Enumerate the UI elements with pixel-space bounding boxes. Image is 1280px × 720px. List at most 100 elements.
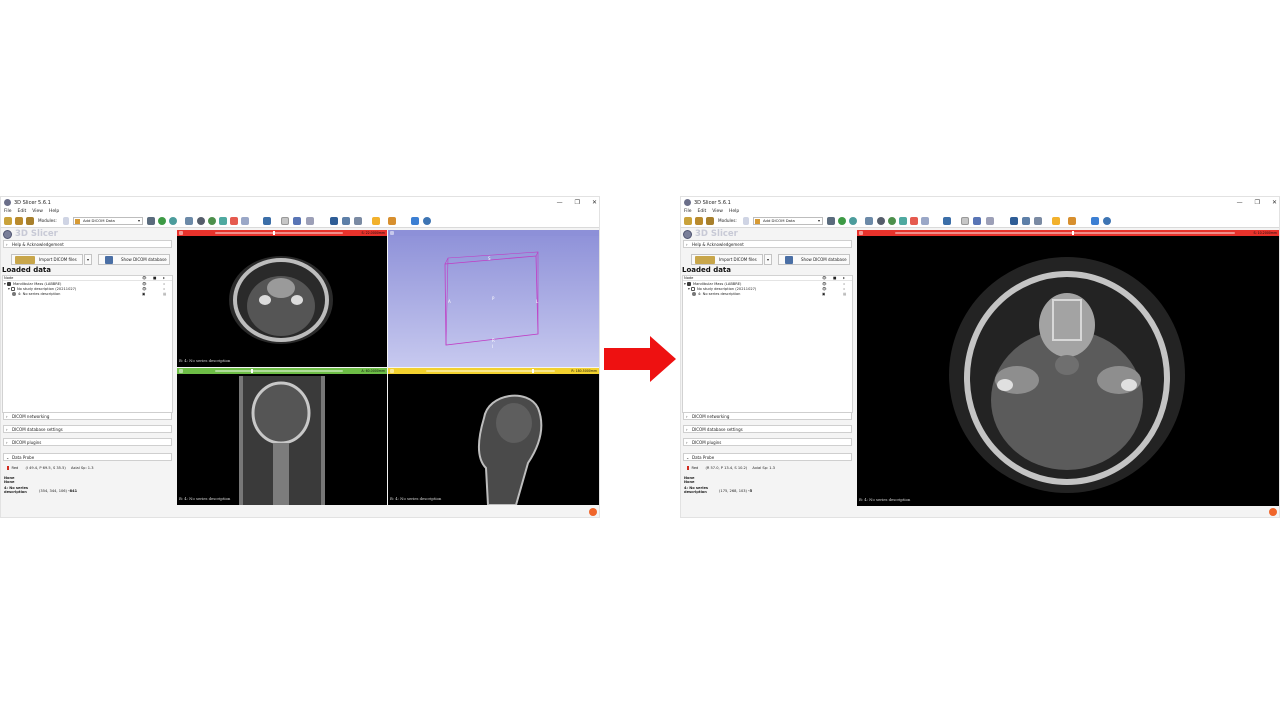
tree-row-series[interactable]: 4: No series description ▣ ▦ xyxy=(3,292,172,297)
welcome-icon[interactable] xyxy=(185,217,193,225)
layers-icon[interactable]: ▣ xyxy=(142,292,145,297)
view-link-icon[interactable] xyxy=(986,217,994,225)
models-icon[interactable] xyxy=(899,217,907,225)
menu-file[interactable]: File xyxy=(4,209,12,214)
forward-icon[interactable] xyxy=(849,217,857,225)
menu-help[interactable]: Help xyxy=(729,209,739,214)
screen-capture-icon[interactable] xyxy=(1010,217,1018,225)
green-slice-view[interactable]: A: 60.0000mm B: 4: No series description xyxy=(177,368,387,505)
screen-capture-icon[interactable] xyxy=(330,217,338,225)
error-log-icon[interactable] xyxy=(589,508,597,516)
view-link-icon[interactable] xyxy=(306,217,314,225)
back-icon[interactable] xyxy=(158,217,166,225)
menu-edit[interactable]: Edit xyxy=(698,209,707,214)
menu-file[interactable]: File xyxy=(684,209,692,214)
close-icon[interactable]: ✕ xyxy=(592,199,597,206)
tag-icon[interactable]: ▦ xyxy=(843,292,846,297)
transforms-icon[interactable] xyxy=(910,217,918,225)
show-database-button[interactable]: Show DICOM database xyxy=(98,254,170,265)
scene-view-icon[interactable] xyxy=(342,217,350,225)
data-probe-section[interactable]: ⌄ Data Probe xyxy=(683,453,852,461)
markups-icon[interactable] xyxy=(241,217,249,225)
dicom-icon[interactable] xyxy=(15,217,23,225)
welcome-icon[interactable] xyxy=(865,217,873,225)
import-dicom-button[interactable]: Import DICOM files xyxy=(691,254,763,265)
segment-icon[interactable] xyxy=(388,217,396,225)
extensions-icon[interactable] xyxy=(1034,217,1042,225)
segment-icon[interactable] xyxy=(1068,217,1076,225)
back-icon[interactable] xyxy=(838,217,846,225)
import-options-button[interactable]: ▾ xyxy=(84,254,92,265)
tag-icon[interactable]: ▦ xyxy=(163,292,166,297)
markups-icon[interactable] xyxy=(921,217,929,225)
module-selector[interactable]: Add DICOM Data ▾ xyxy=(73,217,143,225)
place-fiducial-icon[interactable] xyxy=(372,217,380,225)
place-fiducial-icon[interactable] xyxy=(1052,217,1060,225)
extension-manager-icon[interactable] xyxy=(1091,217,1099,225)
save-icon[interactable] xyxy=(26,217,34,225)
module-search-icon[interactable] xyxy=(63,217,69,225)
data-module-icon[interactable] xyxy=(877,217,885,225)
menu-edit[interactable]: Edit xyxy=(18,209,27,214)
models-icon[interactable] xyxy=(219,217,227,225)
tree-row-series[interactable]: 4: No series description ▣ ▦ xyxy=(683,292,852,297)
forward-icon[interactable] xyxy=(169,217,177,225)
dicom-plugins-section[interactable]: › DICOM plugins xyxy=(3,438,172,446)
data-probe-section[interactable]: ⌄ Data Probe xyxy=(3,453,172,461)
module-selector[interactable]: Add DICOM Data ▾ xyxy=(753,217,823,225)
minimize-icon[interactable]: — xyxy=(557,199,563,206)
layers-icon[interactable]: ▣ xyxy=(822,292,825,297)
python-console-icon[interactable] xyxy=(1103,217,1111,225)
load-data-icon[interactable] xyxy=(4,217,12,225)
crosshair-icon[interactable] xyxy=(973,217,981,225)
close-icon[interactable]: ✕ xyxy=(1272,199,1277,206)
load-data-icon[interactable] xyxy=(684,217,692,225)
loaded-data-tree[interactable]: Node 👁 ■ ⬧ ▾ Mandibular Mass (LABBRE) 👁 … xyxy=(682,275,853,413)
dicom-db-settings-section[interactable]: › DICOM database settings xyxy=(683,425,852,433)
save-icon[interactable] xyxy=(706,217,714,225)
volumes-icon[interactable] xyxy=(208,217,216,225)
probe-ijk: (354, 344, 106) xyxy=(39,489,67,493)
transforms-icon[interactable] xyxy=(230,217,238,225)
volumes-icon[interactable] xyxy=(888,217,896,225)
show-database-button[interactable]: Show DICOM database xyxy=(778,254,850,265)
mouse-mode-icon[interactable] xyxy=(281,217,289,225)
minimize-icon[interactable]: — xyxy=(1237,199,1243,206)
help-section[interactable]: › Help & Acknowledgement xyxy=(3,240,172,248)
scene-view-icon[interactable] xyxy=(1022,217,1030,225)
chevron-down-icon: ▾ xyxy=(817,218,820,223)
python-console-icon[interactable] xyxy=(423,217,431,225)
module-history-icon[interactable] xyxy=(147,217,155,225)
dicom-icon[interactable] xyxy=(695,217,703,225)
maximize-icon[interactable]: ❐ xyxy=(575,199,580,206)
dicom-db-settings-section[interactable]: › DICOM database settings xyxy=(3,425,172,433)
import-dicom-button[interactable]: Import DICOM files xyxy=(11,254,83,265)
extensions-icon[interactable] xyxy=(354,217,362,225)
grid-icon: ■ xyxy=(153,276,157,280)
menu-view[interactable]: View xyxy=(32,209,43,214)
red-slice-view[interactable]: S: 22.0000mm B: 4: No series description xyxy=(177,230,387,367)
layout-icon[interactable] xyxy=(263,217,271,225)
extension-manager-icon[interactable] xyxy=(411,217,419,225)
yellow-slice-view[interactable]: R: 180.5000mm B: 4: No series descriptio… xyxy=(388,368,599,505)
loaded-data-tree[interactable]: Node 👁 ■ ⬧ ▾ Mandibular Mass (LABBRE) 👁 … xyxy=(2,275,173,413)
layout-icon[interactable] xyxy=(943,217,951,225)
menu-help[interactable]: Help xyxy=(49,209,59,214)
probe-layer-f: None xyxy=(684,480,694,484)
import-options-button[interactable]: ▾ xyxy=(764,254,772,265)
module-search-icon[interactable] xyxy=(743,217,749,225)
crosshair-icon[interactable] xyxy=(293,217,301,225)
error-log-icon[interactable] xyxy=(1269,508,1277,516)
maximize-icon[interactable]: ❐ xyxy=(1255,199,1260,206)
menu-view[interactable]: View xyxy=(712,209,723,214)
red-slice-view-maximized[interactable]: S: 10.2000mm B: 4: No series description xyxy=(857,230,1279,506)
data-module-icon[interactable] xyxy=(197,217,205,225)
dicom-networking-section[interactable]: › DICOM networking xyxy=(683,412,852,420)
module-history-icon[interactable] xyxy=(827,217,835,225)
mouse-mode-icon[interactable] xyxy=(961,217,969,225)
slicer-logo-icon xyxy=(683,229,692,239)
help-section[interactable]: › Help & Acknowledgement xyxy=(683,240,852,248)
dicom-plugins-section[interactable]: › DICOM plugins xyxy=(683,438,852,446)
threed-view[interactable]: S A L P R I xyxy=(388,230,599,367)
dicom-networking-section[interactable]: › DICOM networking xyxy=(3,412,172,420)
